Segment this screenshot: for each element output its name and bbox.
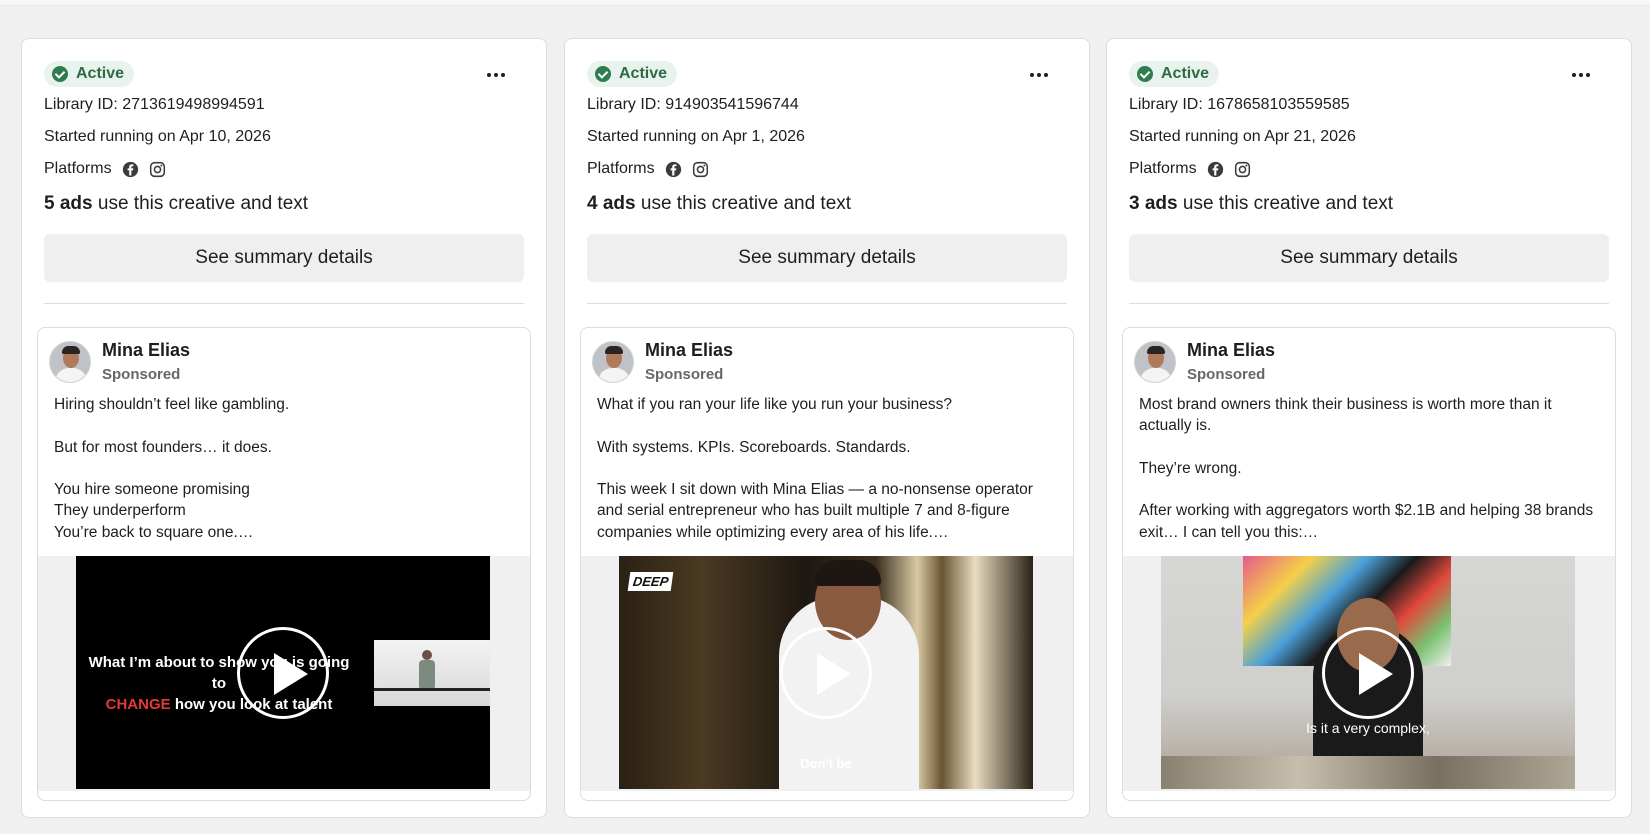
video-logo: DEEP: [627, 572, 674, 591]
sponsored-label: Sponsored: [645, 366, 724, 383]
instagram-icon: [692, 161, 708, 177]
play-icon[interactable]: [237, 626, 329, 719]
status-badge: Active: [1129, 61, 1220, 87]
top-bar-edge: [0, 0, 1650, 6]
ad-card: Active Library ID: 2713619498994591 Star…: [21, 38, 547, 818]
video-caption: Is it a very complex,: [1306, 720, 1430, 736]
platforms-row: Platforms: [44, 160, 166, 178]
platforms-row: Platforms: [587, 160, 709, 178]
more-options-button[interactable]: [1025, 63, 1053, 87]
ads-count-text: 3 ads use this creative and text: [1129, 193, 1394, 214]
avatar[interactable]: [49, 341, 91, 383]
video-thumbnail[interactable]: DEEP Don't be: [619, 556, 1033, 789]
video-caption: Don't be: [800, 756, 852, 771]
ad-body-text: What if you ran your life like you run y…: [597, 396, 1033, 541]
start-date: Started running on Apr 21, 2026: [1129, 128, 1356, 145]
ad-media: What I’m about to show you is going to C…: [38, 556, 530, 791]
platforms-label: Platforms: [587, 160, 655, 177]
advertiser-name[interactable]: Mina Elias: [102, 340, 190, 361]
library-id: Library ID: 914903541596744: [587, 96, 799, 113]
play-icon[interactable]: [780, 626, 872, 719]
start-date: Started running on Apr 10, 2026: [44, 128, 271, 145]
ad-media: Is it a very complex,: [1123, 556, 1615, 791]
library-id: Library ID: 1678658103559585: [1129, 96, 1350, 113]
see-summary-details-button[interactable]: See summary details: [587, 234, 1067, 282]
more-options-button[interactable]: [1567, 63, 1595, 87]
ad-card: Active Library ID: 914903541596744 Start…: [564, 38, 1090, 818]
status-badge: Active: [44, 61, 135, 87]
advertiser-name[interactable]: Mina Elias: [645, 340, 733, 361]
ad-preview: Mina Elias Sponsored What if you ran you…: [580, 327, 1074, 801]
facebook-icon: [665, 161, 681, 177]
ad-media: DEEP Don't be: [581, 556, 1073, 791]
divider: [1129, 303, 1609, 304]
ad-body-text: Most brand owners think their business i…: [1139, 396, 1594, 541]
video-inset-image: [374, 640, 490, 706]
video-thumbnail[interactable]: Is it a very complex,: [1161, 556, 1575, 789]
facebook-icon: [1207, 161, 1223, 177]
ad-body-text: Hiring shouldn’t feel like gambling. But…: [54, 396, 290, 541]
platforms-label: Platforms: [1129, 160, 1197, 177]
divider: [44, 303, 524, 304]
instagram-icon: [149, 161, 165, 177]
check-circle-icon: [595, 66, 611, 82]
check-circle-icon: [1137, 66, 1153, 82]
instagram-icon: [1234, 161, 1250, 177]
start-date: Started running on Apr 1, 2026: [587, 128, 805, 145]
sponsored-label: Sponsored: [102, 366, 181, 383]
divider: [587, 303, 1067, 304]
facebook-icon: [122, 161, 138, 177]
platforms-row: Platforms: [1129, 160, 1251, 178]
ad-preview: Mina Elias Sponsored Most brand owners t…: [1122, 327, 1616, 801]
ad-card: Active Library ID: 1678658103559585 Star…: [1106, 38, 1632, 818]
advertiser-name[interactable]: Mina Elias: [1187, 340, 1275, 361]
video-caption-highlight: CHANGE: [105, 696, 171, 713]
ad-preview: Mina Elias Sponsored Hiring shouldn’t fe…: [37, 327, 531, 801]
play-icon[interactable]: [1322, 626, 1414, 719]
platforms-label: Platforms: [44, 160, 112, 177]
ads-count-text: 5 ads use this creative and text: [44, 193, 309, 214]
more-options-button[interactable]: [482, 63, 510, 87]
status-badge: Active: [587, 61, 678, 87]
check-circle-icon: [52, 66, 68, 82]
library-id: Library ID: 2713619498994591: [44, 96, 265, 113]
avatar[interactable]: [592, 341, 634, 383]
ads-count-text: 4 ads use this creative and text: [587, 193, 852, 214]
avatar[interactable]: [1134, 341, 1176, 383]
see-summary-details-button[interactable]: See summary details: [1129, 234, 1609, 282]
sponsored-label: Sponsored: [1187, 366, 1266, 383]
see-summary-details-button[interactable]: See summary details: [44, 234, 524, 282]
video-thumbnail[interactable]: What I’m about to show you is going to C…: [76, 556, 490, 789]
